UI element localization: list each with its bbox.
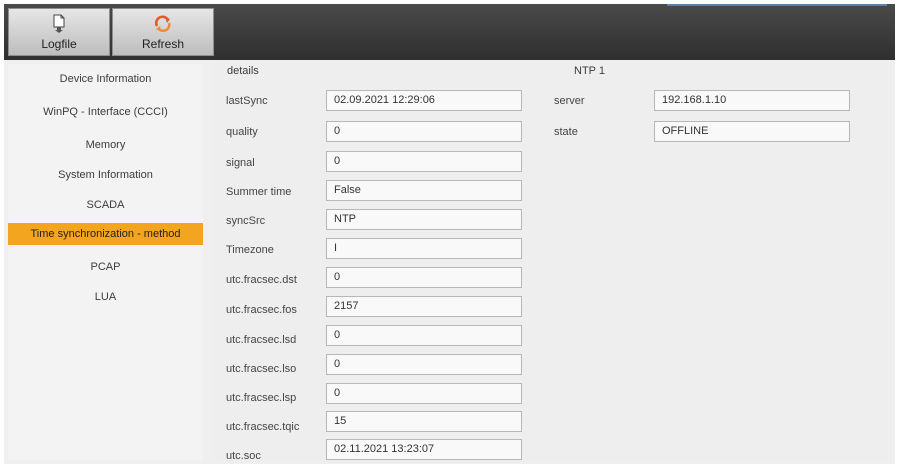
details-panel: details NTP 1 lastSync 02.09.2021 12:29:… bbox=[214, 62, 895, 462]
app-window: Logfile Refresh Device Information WinPQ… bbox=[4, 4, 895, 464]
utc-fracsec-fos-field[interactable]: 2157 bbox=[326, 296, 522, 317]
refresh-icon bbox=[153, 14, 173, 39]
utc-fracsec-tqic-field[interactable]: 15 bbox=[326, 411, 522, 432]
summer-time-field[interactable]: False bbox=[326, 180, 522, 201]
sidebar-item-scada[interactable]: SCADA bbox=[8, 194, 203, 216]
refresh-button[interactable]: Refresh bbox=[112, 8, 214, 56]
ntp-section-title: NTP 1 bbox=[574, 65, 605, 77]
quality-field[interactable]: 0 bbox=[326, 121, 522, 142]
sidebar-item-system-information[interactable]: System Information bbox=[8, 164, 203, 186]
sidebar-item-device-information[interactable]: Device Information bbox=[8, 68, 203, 90]
document-download-icon bbox=[52, 14, 66, 39]
sidebar-item-time-synchronization[interactable]: Time synchronization - method bbox=[8, 223, 203, 245]
field-label: Timezone bbox=[226, 244, 274, 256]
utc-fracsec-lso-field[interactable]: 0 bbox=[326, 354, 522, 375]
field-label: server bbox=[554, 95, 585, 107]
field-label: utc.fracsec.dst bbox=[226, 274, 297, 286]
sidebar-item-winpq-interface[interactable]: WinPQ - Interface (CCCI) bbox=[8, 101, 203, 123]
timezone-field[interactable]: I bbox=[326, 238, 522, 259]
logfile-button[interactable]: Logfile bbox=[8, 8, 110, 56]
toolbar: Logfile Refresh bbox=[4, 4, 895, 60]
field-label: utc.fracsec.lsp bbox=[226, 392, 297, 404]
field-label: syncSrc bbox=[226, 215, 266, 227]
sidebar-item-memory[interactable]: Memory bbox=[8, 134, 203, 156]
signal-field[interactable]: 0 bbox=[326, 151, 522, 172]
field-label: signal bbox=[226, 157, 255, 169]
field-label: state bbox=[554, 126, 578, 138]
utc-fracsec-lsd-field[interactable]: 0 bbox=[326, 325, 522, 346]
ntp-server-field[interactable]: 192.168.1.10 bbox=[654, 90, 850, 111]
field-label: utc.soc bbox=[226, 450, 261, 462]
toolbar-accent-line bbox=[667, 4, 887, 6]
lastsync-field[interactable]: 02.09.2021 12:29:06 bbox=[326, 90, 522, 111]
logfile-label: Logfile bbox=[41, 37, 77, 51]
ntp-state-field[interactable]: OFFLINE bbox=[654, 121, 850, 142]
utc-fracsec-dst-field[interactable]: 0 bbox=[326, 267, 522, 288]
utc-soc-field[interactable]: 02.11.2021 13:23:07 bbox=[326, 439, 522, 460]
field-label: Summer time bbox=[226, 186, 292, 198]
refresh-label: Refresh bbox=[141, 37, 185, 51]
field-label: utc.fracsec.lsd bbox=[226, 334, 297, 346]
field-label: utc.fracsec.fos bbox=[226, 304, 297, 316]
field-label: lastSync bbox=[226, 95, 268, 107]
sidebar-item-lua[interactable]: LUA bbox=[8, 286, 203, 308]
utc-fracsec-lsp-field[interactable]: 0 bbox=[326, 383, 522, 404]
syncsrc-field[interactable]: NTP bbox=[326, 209, 522, 230]
field-label: quality bbox=[226, 126, 258, 138]
sidebar-nav: Device Information WinPQ - Interface (CC… bbox=[8, 64, 203, 460]
details-section-title: details bbox=[227, 65, 259, 77]
field-label: utc.fracsec.lso bbox=[226, 363, 297, 375]
sidebar-item-pcap[interactable]: PCAP bbox=[8, 256, 203, 278]
field-label: utc.fracsec.tqic bbox=[226, 421, 300, 433]
